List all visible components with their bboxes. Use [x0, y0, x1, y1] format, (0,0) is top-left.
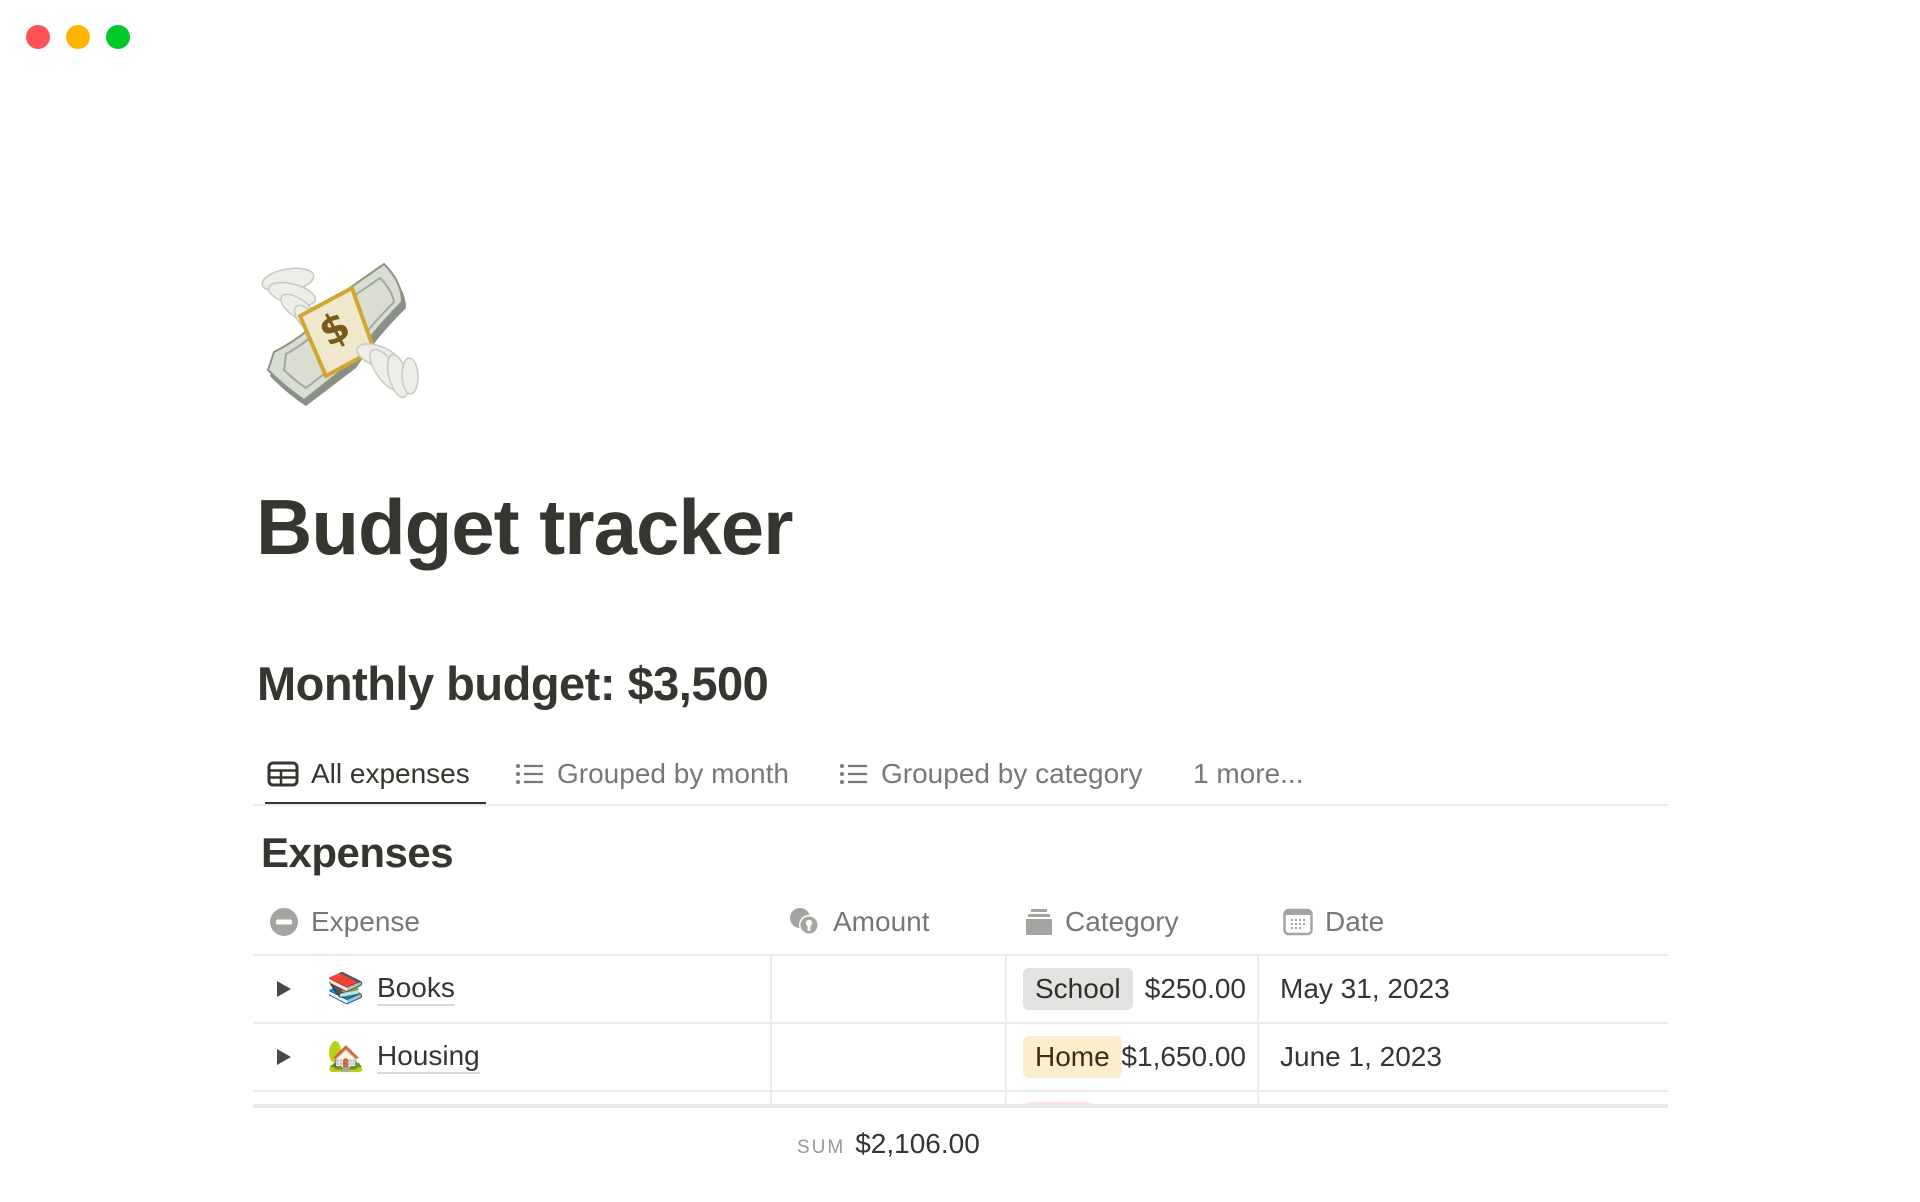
database-title[interactable]: Expenses [261, 832, 454, 874]
money-with-wings-icon[interactable]: $ [256, 258, 424, 410]
column-divider [1257, 1024, 1259, 1090]
view-tabs: All expenses Grouped by month Grouped by… [253, 744, 1668, 806]
table-row[interactable]: 📚 Books $250.00 School May 31, 2023 [253, 956, 1668, 1024]
zoom-window-button[interactable] [106, 25, 130, 49]
formula-coins-icon [790, 908, 819, 935]
sum-label: SUM [797, 1137, 846, 1158]
sum-value: $2,106.00 [855, 1128, 980, 1159]
house-with-garden-emoji-icon: 🏡 [327, 1040, 365, 1073]
amount-cell[interactable]: $1,650.00 [772, 1024, 1246, 1090]
list-icon [840, 764, 867, 784]
tabs-divider [253, 804, 1668, 806]
triangle-right-icon [277, 1049, 291, 1065]
minimize-window-button[interactable] [66, 25, 90, 49]
expense-cell[interactable]: 📚 Books [327, 956, 455, 1022]
select-icon [1026, 909, 1052, 935]
tab-all-expenses[interactable]: All expenses [265, 744, 486, 806]
column-divider [1257, 956, 1259, 1022]
date-cell[interactable]: June 1, 2023 [1280, 1024, 1442, 1090]
expand-toggle[interactable] [275, 1024, 293, 1090]
column-divider [1005, 1024, 1007, 1090]
amount-cell[interactable]: $250.00 [772, 956, 1246, 1022]
column-divider [1005, 956, 1007, 1022]
category-cell[interactable]: Home [1023, 1024, 1122, 1090]
page-title[interactable]: Budget tracker [256, 488, 793, 566]
column-header-category[interactable]: Category [1025, 890, 1179, 954]
tab-more-views[interactable]: 1 more... [1193, 744, 1303, 804]
tab-grouped-by-month[interactable]: Grouped by month [515, 744, 789, 804]
table-footer: SUM $2,106.00 [253, 1104, 1668, 1202]
expense-name-link[interactable]: Books [377, 972, 455, 1007]
tab-label: All expenses [311, 758, 470, 789]
column-header-date[interactable]: Date [1283, 890, 1384, 954]
category-tag: School [1023, 968, 1133, 1010]
title-icon [270, 908, 298, 936]
close-window-button[interactable] [26, 25, 50, 49]
expense-name-link[interactable]: Housing [377, 1040, 480, 1075]
tab-label: Grouped by month [557, 758, 789, 789]
expenses-table: Expense Amount Category Date 📚 Books $25… [253, 890, 1668, 1108]
monthly-budget-heading: Monthly budget: $3,500 [257, 657, 769, 710]
tab-label: Grouped by category [881, 758, 1143, 789]
column-header-expense[interactable]: Expense [269, 890, 420, 954]
list-icon [516, 764, 543, 784]
table-icon [267, 761, 299, 787]
books-emoji-icon: 📚 [327, 972, 365, 1005]
expense-cell[interactable]: 🏡 Housing [327, 1024, 480, 1090]
amount-sum[interactable]: SUM $2,106.00 [797, 1128, 980, 1160]
column-header-amount[interactable]: Amount [789, 890, 930, 954]
tab-label: 1 more... [1193, 758, 1304, 789]
tab-grouped-by-category[interactable]: Grouped by category [839, 744, 1143, 804]
expand-toggle[interactable] [275, 956, 293, 1022]
category-tag: Home [1023, 1036, 1122, 1078]
date-cell[interactable]: May 31, 2023 [1280, 956, 1450, 1022]
category-cell[interactable]: School [1023, 956, 1133, 1022]
table-row[interactable]: 🏡 Housing $1,650.00 Home June 1, 2023 [253, 1024, 1668, 1092]
triangle-right-icon [277, 981, 291, 997]
calendar-icon [1283, 908, 1313, 936]
table-header: Expense Amount Category Date [253, 890, 1668, 956]
window-controls [26, 25, 130, 49]
